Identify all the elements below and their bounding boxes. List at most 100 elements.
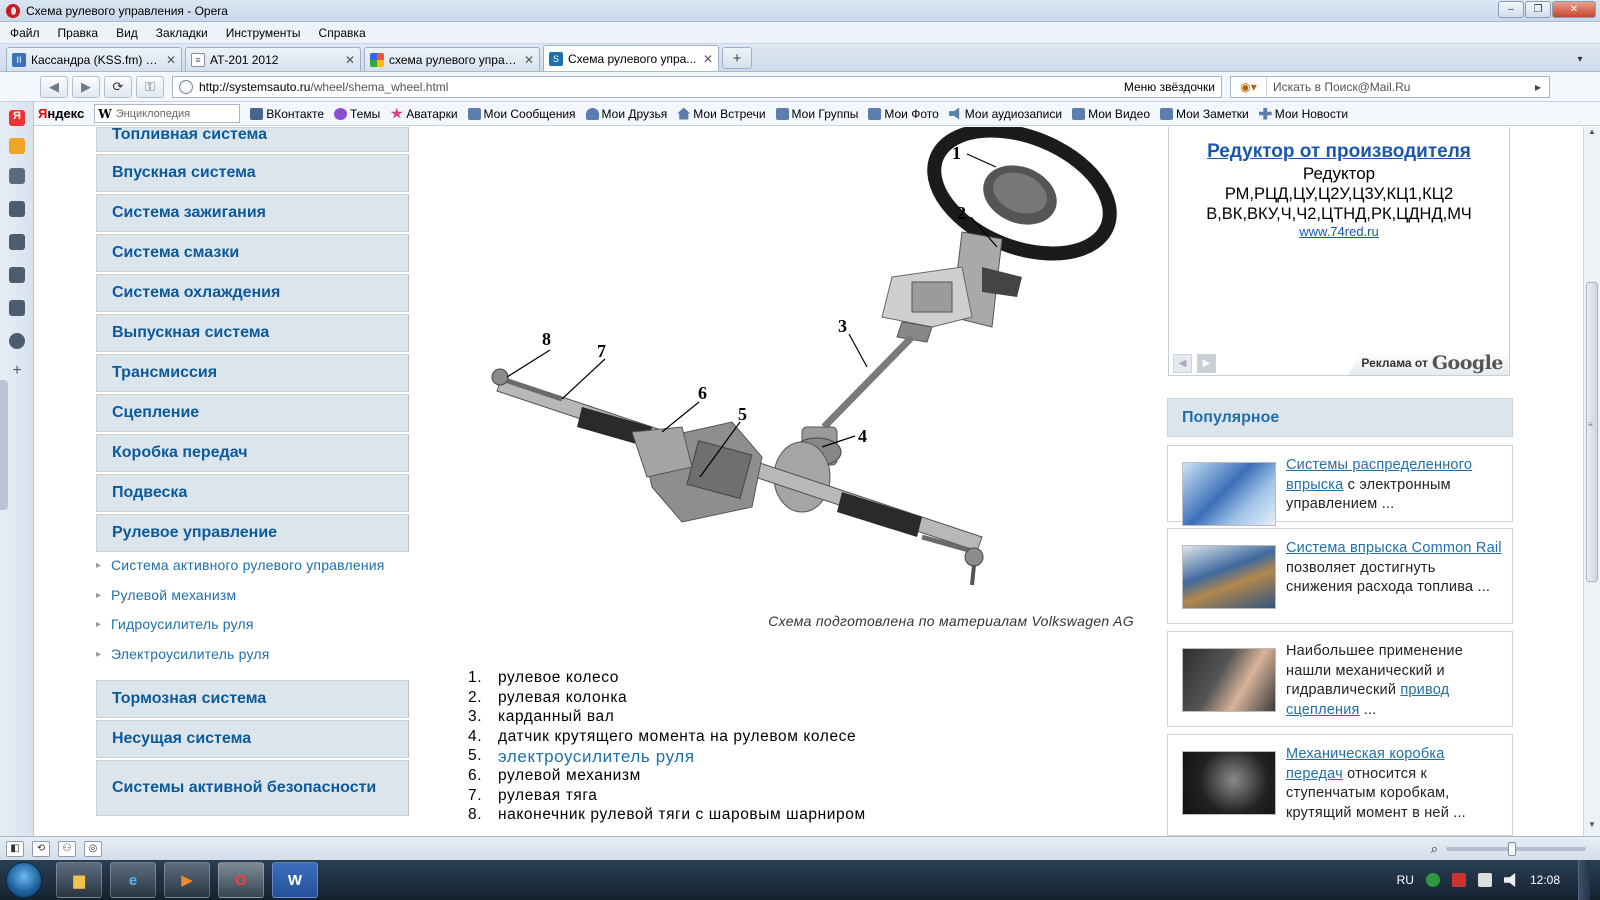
history-panel-icon[interactable] [9,333,25,349]
bookmark-meetings[interactable]: Мои Встречи [677,107,766,121]
flag-tray-icon[interactable] [1451,873,1466,887]
show-desktop-button[interactable] [1578,860,1590,900]
subnav-electric-power-steering[interactable]: Электроусилитель руля [96,645,409,665]
electric-power-steering-link[interactable]: электроусилитель руля [498,747,695,767]
subnav-power-steering[interactable]: Гидроусилитель руля [96,615,409,635]
subnav-active-steering[interactable]: Система активного рулевого управления [96,556,409,576]
menu-view[interactable]: Вид [116,26,138,40]
bookmark-vkontakte[interactable]: ВКонтакте [250,107,324,121]
turbo-icon[interactable]: ◎ [84,840,102,857]
add-panel-icon[interactable]: + [9,363,25,380]
word-taskbar-icon[interactable]: W [272,862,318,898]
ad-next-button[interactable]: ▶ [1197,354,1216,373]
nav-gearbox[interactable]: Коробка передач [96,434,409,472]
ad-title-link[interactable]: Редуктор от производителя [1169,141,1509,163]
menu-edit[interactable]: Правка [58,26,99,40]
tab-list-chevron-icon[interactable]: ▾ [1570,50,1590,68]
tab-at201[interactable]: ≡ АТ-201 2012 ✕ [185,47,361,71]
internet-explorer-taskbar-icon[interactable]: e [110,862,156,898]
subnav-steering-gear[interactable]: Рулевой механизм [96,586,409,606]
bookmark-photos[interactable]: Мои Фото [868,107,939,121]
search-engine-icon[interactable]: ◉▾ [1231,76,1267,97]
address-field[interactable]: http://systemsauto.ru/wheel/shema_wheel.… [172,75,1222,98]
nav-suspension[interactable]: Подвеска [96,474,409,512]
bookmark-video[interactable]: Мои Видео [1072,107,1150,121]
gear-lever-thumbnail[interactable] [1182,751,1276,815]
notes-panel-icon[interactable] [9,267,25,283]
tab-google-search[interactable]: схема рулевого управ... ✕ [364,47,540,71]
new-tab-button[interactable]: + [722,47,752,69]
sync-icon[interactable]: ⟲ [32,840,50,857]
opera-taskbar-icon[interactable]: O [218,862,264,898]
start-button[interactable] [6,862,42,898]
bookmark-avatars[interactable]: Аватарки [390,107,458,121]
bookmark-messages[interactable]: Мои Сообщения [467,107,576,121]
nav-steering[interactable]: Рулевое управление [96,514,409,552]
ad-url-link[interactable]: www.74red.ru [1169,224,1509,239]
nav-active-safety[interactable]: Системы активной безопасности [96,760,409,816]
bookmark-notes[interactable]: Мои Заметки [1160,107,1249,121]
vertical-scrollbar[interactable]: ▲ ≡ ▼ [1583,127,1600,836]
menu-help[interactable]: Справка [319,26,366,40]
key-icon[interactable]: ⚿ [136,75,164,98]
panel-toggle-icon[interactable]: ◧ [6,840,24,857]
tab-close-icon[interactable]: ✕ [524,53,534,67]
volume-tray-icon[interactable] [1503,873,1516,887]
yandex-logo[interactable]: Яндекс [38,106,84,121]
whatsapp-tray-icon[interactable] [1425,873,1440,887]
ads-by-google-link[interactable]: Реклама от Google [1348,351,1509,375]
tab-close-icon[interactable]: ✕ [703,52,713,66]
zoom-slider-knob[interactable] [1508,842,1516,856]
nav-lubrication-system[interactable]: Система смазки [96,234,409,272]
popular-link[interactable]: Система впрыска Common Rail [1286,540,1502,556]
bookmarks-panel-icon[interactable] [9,168,25,184]
nav-brake-system[interactable]: Тормозная система [96,680,409,718]
nav-cooling-system[interactable]: Система охлаждения [96,274,409,312]
zoom-slider[interactable] [1446,842,1586,856]
speed-dial-menu[interactable]: Меню звёздочки [1124,80,1215,94]
nav-fuel-system[interactable]: Топливная система [96,127,409,152]
bookmark-news[interactable]: Мои Новости [1258,107,1348,121]
clock[interactable]: 12:08 [1530,873,1560,887]
maximize-button[interactable]: ❐ [1525,1,1551,18]
nav-body-structure[interactable]: Несущая система [96,720,409,758]
explorer-taskbar-icon[interactable]: ▆ [56,862,102,898]
bookmark-groups[interactable]: Мои Группы [775,107,858,121]
language-indicator[interactable]: RU [1397,873,1414,887]
nav-clutch[interactable]: Сцепление [96,394,409,432]
ad-prev-button[interactable]: ◀ [1173,354,1192,373]
menu-file[interactable]: Файл [10,26,40,40]
mail-panel-icon[interactable] [9,138,25,154]
close-window-button[interactable]: ✕ [1552,1,1596,18]
bookmark-themes[interactable]: Темы [334,107,380,121]
nav-exhaust-system[interactable]: Выпускная система [96,314,409,352]
forward-button[interactable]: ▶ [72,75,100,98]
scrollbar-thumb[interactable] [1586,282,1598,582]
downloads-panel-icon[interactable] [9,300,25,316]
nav-transmission[interactable]: Трансмиссия [96,354,409,392]
scroll-down-arrow-icon[interactable]: ▼ [1584,820,1600,836]
tab-current-page[interactable]: S Схема рулевого упра... ✕ [543,45,719,71]
search-field[interactable]: ◉▾ Искать в Поиск@Mail.Ru ▸ [1230,75,1550,98]
tab-kassandra[interactable]: II Кассандра (KSS.fm) - ... ✕ [6,47,182,71]
injector-thumbnail[interactable] [1182,462,1276,526]
panel-toggle-handle[interactable] [0,380,8,510]
scroll-up-arrow-icon[interactable]: ▲ [1584,127,1600,143]
unite-panel-icon[interactable] [9,234,25,250]
menu-bookmarks[interactable]: Закладки [156,26,208,40]
common-rail-thumbnail[interactable] [1182,545,1276,609]
monitor-tray-icon[interactable] [1477,873,1492,887]
media-player-taskbar-icon[interactable]: ▶ [164,862,210,898]
wiki-search-input[interactable]: W Энциклопедия [94,104,241,123]
bookmark-audio[interactable]: Мои аудиозаписи [948,107,1062,121]
nav-intake-system[interactable]: Впускная система [96,154,409,192]
reload-button[interactable]: ⟳ [104,75,132,98]
yandex-panel-icon[interactable]: Я [9,110,25,126]
tab-close-icon[interactable]: ✕ [345,53,355,67]
back-button[interactable]: ◀ [40,75,68,98]
unite-icon[interactable]: ⚇ [58,840,76,857]
search-go-icon[interactable]: ▸ [1527,80,1549,94]
tab-close-icon[interactable]: ✕ [166,53,176,67]
clutch-pedal-thumbnail[interactable] [1182,648,1276,712]
widgets-panel-icon[interactable] [9,201,25,217]
